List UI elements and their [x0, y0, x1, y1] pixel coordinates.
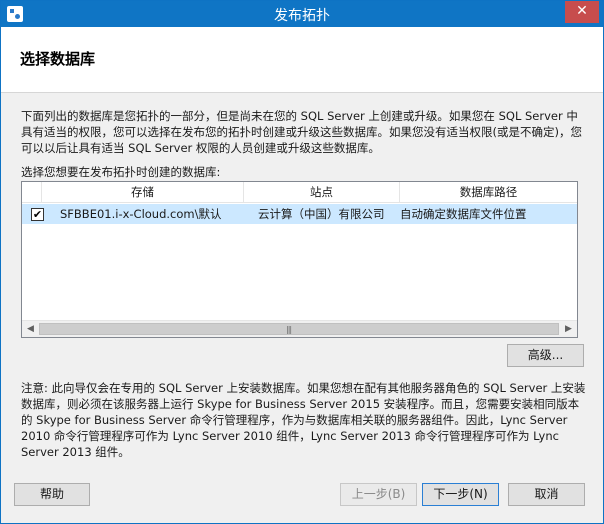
next-button[interactable]: 下一步(N) — [422, 483, 499, 506]
scroll-thumb[interactable]: ||| — [39, 323, 559, 335]
column-store[interactable]: 存储 — [42, 182, 244, 203]
advanced-button[interactable]: 高级... — [507, 344, 584, 367]
page-header: 选择数据库 — [1, 27, 603, 93]
column-site[interactable]: 站点 — [244, 182, 400, 203]
grip-icon: ||| — [286, 325, 292, 334]
path-cell: 自动确定数据库文件位置 — [400, 207, 527, 221]
publish-topology-window: 发布拓扑 ✕ 选择数据库 下面列出的数据库是您拓扑的一部分，但是尚未在您的 SQ… — [0, 0, 604, 524]
site-cell: 云计算（中国）有限公司 — [258, 207, 385, 221]
cancel-button[interactable]: 取消 — [508, 483, 585, 506]
description-text: 下面列出的数据库是您拓扑的一部分，但是尚未在您的 SQL Server 上创建或… — [21, 109, 582, 155]
column-check — [22, 182, 42, 203]
scroll-left-icon[interactable]: ◀ — [22, 321, 39, 337]
window-title: 发布拓扑 — [274, 8, 330, 24]
note-text: 注意: 此向导仅会在专用的 SQL Server 上安装数据库。如果您想在配有其… — [21, 381, 586, 459]
store-cell: SFBBE01.i-x-Cloud.com\默认 — [60, 207, 222, 221]
horizontal-scrollbar[interactable]: ◀ ||| ▶ — [22, 320, 577, 337]
title-bar: 发布拓扑 ✕ — [1, 1, 603, 27]
list-item[interactable]: ✔ SFBBE01.i-x-Cloud.com\默认 云计算（中国）有限公司 自… — [22, 204, 577, 224]
list-header: 存储 站点 数据库路径 — [22, 182, 577, 203]
scroll-right-icon[interactable]: ▶ — [560, 321, 577, 337]
close-button[interactable]: ✕ — [565, 1, 599, 23]
database-list[interactable]: 存储 站点 数据库路径 ✔ SFBBE01.i-x-Cloud.com\默认 云… — [21, 181, 578, 338]
help-button[interactable]: 帮助 — [14, 483, 90, 506]
page-title: 选择数据库 — [20, 50, 96, 68]
back-button[interactable]: 上一步(B) — [340, 483, 417, 506]
database-checkbox[interactable]: ✔ — [31, 208, 44, 221]
column-path[interactable]: 数据库路径 — [400, 182, 577, 203]
check-cell: ✔ — [26, 204, 46, 224]
database-list-label: 选择您想要在发布拓扑时创建的数据库: — [21, 165, 221, 179]
